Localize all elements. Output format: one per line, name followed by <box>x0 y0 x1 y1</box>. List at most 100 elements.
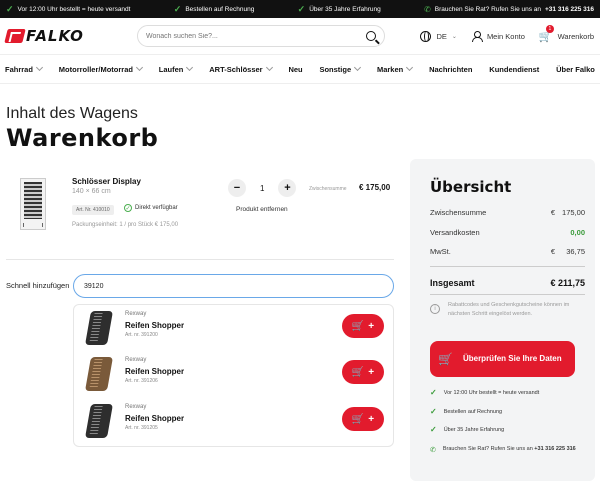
topbar-item: ✓ Vor 12:00 Uhr bestellt = heute versandt <box>6 4 130 15</box>
product-name[interactable]: Schlösser Display <box>72 177 141 186</box>
usp-item: ✓ Über 35 Jahre Erfahrung <box>430 425 580 446</box>
topbar-contact[interactable]: ✆ Brauchen Sie Rat? Rufen Sie uns an +31 3… <box>424 5 594 14</box>
line-subtotal-label: Zwischensumme <box>309 186 347 192</box>
quick-add-input[interactable] <box>73 274 394 298</box>
list-item[interactable]: Rexway Reifen Shopper Art. nr. 391205 🛒 + <box>74 400 393 444</box>
summary-row-subtotal: Zwischensumme € 175,00 <box>430 208 585 217</box>
quick-add-label: Schnell hinzufügen <box>6 281 70 290</box>
nav-label: Neu <box>288 64 303 74</box>
summary-label: Zwischensumme <box>430 208 487 217</box>
nav-label: Sonstige <box>319 64 352 74</box>
topbar-phone-number[interactable]: +31 316 225 316 <box>545 6 594 13</box>
check-icon: ✓ <box>430 388 437 397</box>
qty-decrease-button[interactable]: − <box>228 179 246 197</box>
currency-symbol: € <box>550 208 555 217</box>
nav-item-nachrichten[interactable]: Nachrichten <box>429 65 472 74</box>
topbar-text: Brauchen Sie Rat? Rufen Sie uns an <box>434 5 542 13</box>
result-brand: Rexway <box>125 311 147 317</box>
discount-info: i Rabattcodes und Geschenkgutscheine kön… <box>430 301 570 319</box>
usp-list: ✓ Vor 12:00 Uhr bestellt = heute versandt… <box>430 388 580 465</box>
page-title: Warenkorb <box>6 124 159 152</box>
qty-value: 1 <box>260 183 265 193</box>
tire-image <box>85 404 113 438</box>
list-item[interactable]: Rexway Reifen Shopper Art. nr. 391206 🛒 + <box>74 353 393 397</box>
summary-value: 36,75 <box>566 247 585 256</box>
currency-symbol: € <box>550 247 555 256</box>
result-article-number: Art. nr. 391206 <box>125 378 158 384</box>
account-link[interactable]: Mein Konto <box>471 30 525 42</box>
check-icon: ✓ <box>6 3 14 14</box>
nav-label: Marken <box>376 64 404 74</box>
add-to-cart-button[interactable]: 🛒 + <box>342 314 384 338</box>
topbar-item: ✓ Bestellen auf Rechnung <box>174 4 255 15</box>
page-subtitle: Inhalt des Wagens <box>6 105 138 122</box>
quantity-stepper: − 1 + <box>228 179 297 197</box>
usp-contact[interactable]: ✆ Brauchen Sie Rat? Rufen Sie uns an +31 … <box>430 446 580 465</box>
nav-item-art-schloesser[interactable]: ART-Schlösser <box>209 63 273 74</box>
quick-add-results: Rexway Reifen Shopper Art. nr. 391200 🛒 +… <box>73 304 394 447</box>
falko-logo[interactable]: FALKO <box>4 27 124 45</box>
chevron-down-icon <box>135 63 143 72</box>
nav-item-neu[interactable]: Neu <box>288 65 302 74</box>
result-name[interactable]: Reifen Shopper <box>125 414 184 423</box>
nav-item-kundendienst[interactable]: Kundendienst <box>489 65 539 74</box>
summary-divider <box>430 266 585 267</box>
nav-label: Nachrichten <box>429 64 473 74</box>
search-input[interactable] <box>146 32 366 40</box>
search-icon[interactable] <box>366 31 376 41</box>
cart-link[interactable]: 🛒 1 Warenkorb <box>539 24 594 43</box>
summary-title: Übersicht <box>430 178 512 196</box>
result-name[interactable]: Reifen Shopper <box>125 367 184 376</box>
qty-increase-button[interactable]: + <box>278 179 297 197</box>
cart-icon: 🛒 <box>438 352 453 366</box>
contact-phone-number[interactable]: +31 316 225 316 <box>534 446 575 452</box>
tire-image <box>85 311 113 345</box>
cart-line-item: Schlösser Display 140 × 66 cm Art. Nr. 4… <box>6 172 394 260</box>
nav-item-motorroller[interactable]: Motorroller/Motorrad <box>59 63 143 74</box>
add-to-cart-button[interactable]: 🛒 + <box>342 360 384 384</box>
search-bar[interactable] <box>137 25 385 47</box>
topbar-text: Über 35 Jahre Erfahrung <box>309 5 381 13</box>
product-image[interactable] <box>20 178 46 230</box>
usp-text: Bestellen auf Rechnung <box>443 408 503 415</box>
nav-item-ueber-falko[interactable]: Über Falko <box>556 65 595 74</box>
usp-item: ✓ Bestellen auf Rechnung <box>430 406 580 428</box>
chevron-down-icon <box>186 63 194 72</box>
remove-product-link[interactable]: Produkt entfernen <box>236 206 288 213</box>
product-size: 140 × 66 cm <box>72 188 111 195</box>
falko-logo-mark <box>4 29 26 43</box>
globe-icon <box>420 30 432 42</box>
check-icon: ✓ <box>173 3 182 14</box>
summary-divider <box>430 294 585 295</box>
cart-icon: 🛒 <box>351 413 365 425</box>
nav-label: ART-Schlösser <box>209 64 263 74</box>
nav-item-fahrrad[interactable]: Fahrrad <box>5 63 43 74</box>
product-article-number: Art. Nr. 410010 <box>72 205 114 215</box>
language-selector[interactable]: DE ⌄ <box>420 30 457 42</box>
review-details-label: Überprüfen Sie Ihre Daten <box>462 354 562 363</box>
plus-icon: + <box>368 366 375 378</box>
topbar-text: Bestellen auf Rechnung <box>185 5 255 13</box>
summary-value: 0,00 <box>570 228 585 237</box>
check-icon: ✓ <box>430 425 437 434</box>
add-to-cart-button[interactable]: 🛒 + <box>342 407 384 431</box>
summary-label: MwSt. <box>430 247 451 256</box>
nav-label: Kundendienst <box>489 64 540 74</box>
nav-item-sonstige[interactable]: Sonstige <box>319 63 362 74</box>
result-name[interactable]: Reifen Shopper <box>125 321 184 330</box>
review-details-button[interactable]: 🛒 Überprüfen Sie Ihre Daten <box>430 341 575 377</box>
nav-item-laufen[interactable]: Laufen <box>158 63 194 74</box>
nav-label: Laufen <box>158 64 184 74</box>
summary-row-total: Insgesamt € 211,75 <box>430 278 585 288</box>
summary-value: 175,00 <box>562 208 585 217</box>
chevron-down-icon: ⌄ <box>451 33 457 40</box>
plus-icon: + <box>368 413 375 425</box>
check-icon: ✓ <box>430 406 437 416</box>
chevron-down-icon <box>35 63 43 72</box>
usp-item: ✓ Vor 12:00 Uhr bestellt = heute versandt <box>430 388 580 409</box>
cart-icon: 🛒 <box>351 320 365 332</box>
list-item[interactable]: Rexway Reifen Shopper Art. nr. 391200 🛒 + <box>74 307 393 351</box>
summary-label: Versandkosten <box>430 228 480 237</box>
phone-icon: ✆ <box>430 446 436 454</box>
nav-item-marken[interactable]: Marken <box>376 63 414 74</box>
